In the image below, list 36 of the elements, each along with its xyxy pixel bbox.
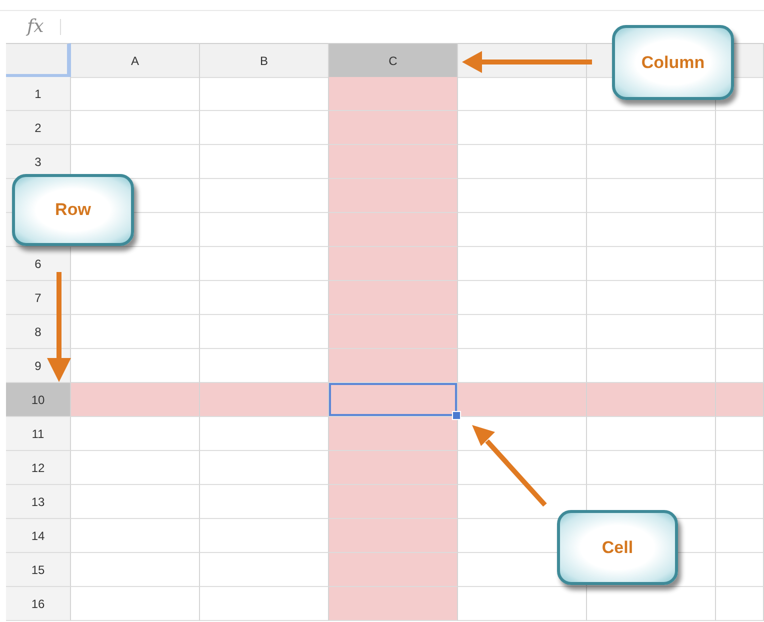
row-header[interactable]: 7: [6, 281, 71, 315]
table-cell: [716, 587, 764, 621]
table-cell: [716, 519, 764, 553]
table-cell: [716, 213, 764, 247]
row-header[interactable]: 16: [6, 587, 71, 621]
column-header[interactable]: A: [71, 43, 200, 78]
table-cell: [716, 179, 764, 213]
row-header[interactable]: 2: [6, 111, 71, 145]
row-header[interactable]: 6: [6, 247, 71, 281]
table-cell: [716, 145, 764, 179]
callout-tooltip: Column: [612, 25, 734, 100]
row-header[interactable]: 11: [6, 417, 71, 451]
selected-cell[interactable]: [329, 383, 458, 417]
row-header[interactable]: 12: [6, 451, 71, 485]
callout-tooltip: Cell: [557, 510, 678, 585]
table-cell: [716, 315, 764, 349]
select-all-corner[interactable]: [6, 43, 71, 78]
table-cell: [716, 417, 764, 451]
callout-tooltip: Row: [12, 174, 134, 246]
table-cell: [716, 383, 764, 417]
row-header[interactable]: 15: [6, 553, 71, 587]
column-header[interactable]: C: [329, 43, 458, 78]
row-header[interactable]: 1: [6, 77, 71, 111]
table-cell: [716, 553, 764, 587]
table-cell: [716, 247, 764, 281]
column-header[interactable]: B: [200, 43, 329, 78]
fill-handle[interactable]: [452, 411, 461, 420]
table-cell: [716, 485, 764, 519]
table-cell: [716, 451, 764, 485]
table-cell: [716, 281, 764, 315]
formula-label: fx: [27, 17, 44, 37]
row-header[interactable]: 13: [6, 485, 71, 519]
table-cell: [716, 111, 764, 145]
row-header[interactable]: 10: [6, 383, 71, 417]
row-header[interactable]: 8: [6, 315, 71, 349]
row-header[interactable]: 14: [6, 519, 71, 553]
